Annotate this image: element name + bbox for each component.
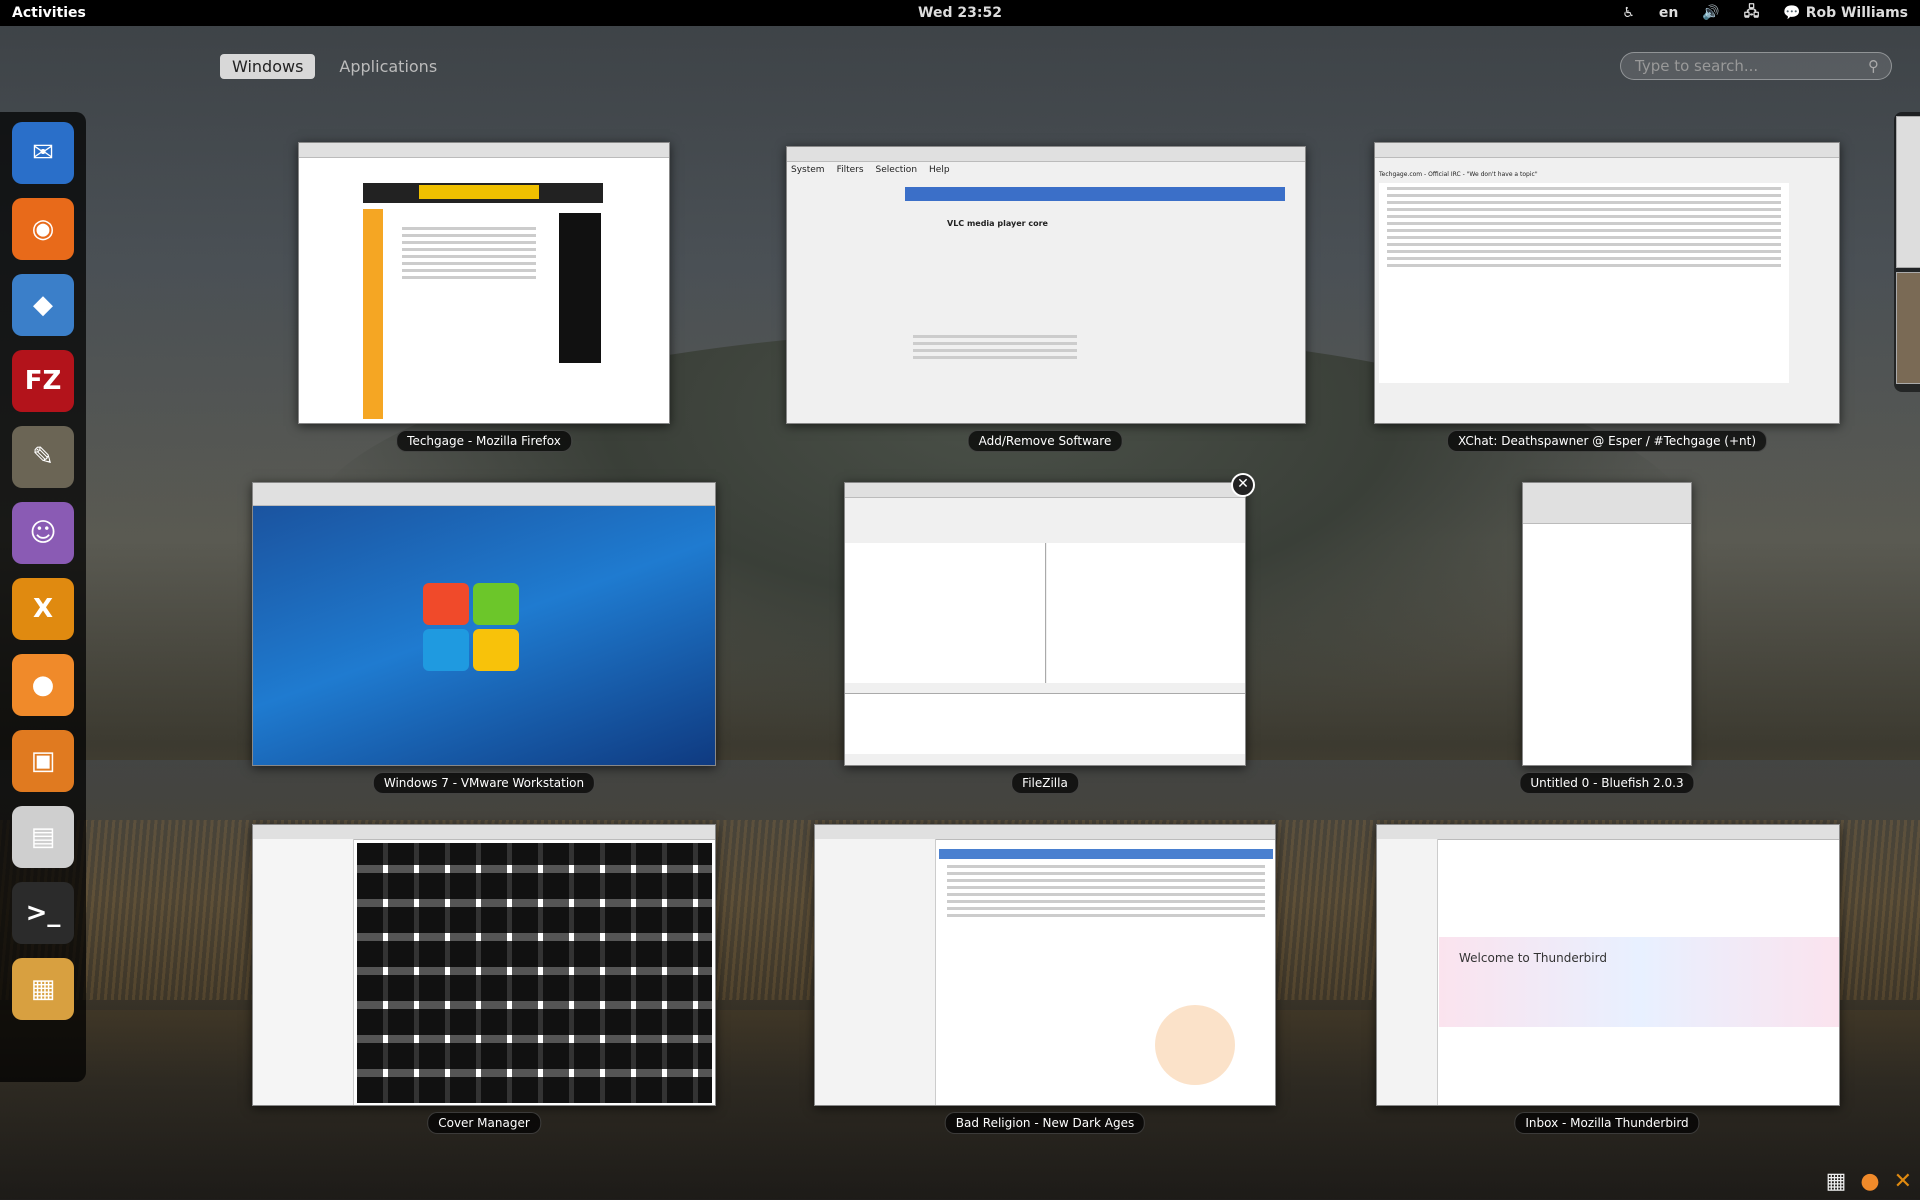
window-caption: FileZilla: [1011, 772, 1079, 794]
package-name: VLC media player core: [947, 219, 1048, 228]
status-area: ♿ en 🔊 🖧 💬 Rob Williams: [1622, 1, 1908, 25]
file-cabinet-icon: ▤: [30, 822, 56, 852]
search-input[interactable]: [1633, 56, 1868, 76]
chat-status-icon: 💬: [1783, 5, 1801, 21]
chat-bubble-icon: ☺: [29, 518, 57, 548]
window-thumb-firefox[interactable]: [298, 142, 670, 424]
dash-item-gimp[interactable]: ✎: [12, 426, 74, 488]
boxes-icon: ▦: [30, 974, 56, 1004]
window-caption: Add/Remove Software: [967, 430, 1123, 452]
search-box[interactable]: ⚲: [1620, 52, 1892, 80]
window-caption: XChat: Deathspawner @ Esper / #Techgage …: [1446, 430, 1768, 452]
window-caption: Cover Manager: [427, 1112, 541, 1134]
gimp-icon: ✎: [32, 442, 54, 472]
dash-item-files[interactable]: ▤: [12, 806, 74, 868]
update-icon[interactable]: ▦: [1826, 1169, 1847, 1194]
user-name: Rob Williams: [1805, 5, 1908, 21]
workspace-thumbnail[interactable]: [1896, 272, 1920, 384]
close-window-button[interactable]: ✕: [1231, 473, 1255, 497]
overview-tabs: Windows Applications: [220, 54, 449, 79]
vmware-icon: ▣: [30, 746, 56, 776]
window-thumb-thunderbird[interactable]: Welcome to Thunderbird: [1376, 824, 1840, 1106]
window-caption: Inbox - Mozilla Thunderbird: [1514, 1112, 1700, 1134]
orange-icon[interactable]: ●: [1860, 1169, 1879, 1194]
activities-button[interactable]: Activities: [0, 0, 98, 26]
dash-item-thunderbird[interactable]: ✉: [12, 122, 74, 184]
channel-topic: Techgage.com - Official IRC - "We don't …: [1379, 171, 1538, 178]
window-caption: Windows 7 - VMware Workstation: [372, 772, 596, 794]
window-thumb-add-remove-software[interactable]: System Filters Selection Help VLC media …: [786, 146, 1306, 424]
bluebird-icon: ◆: [33, 290, 53, 320]
clock[interactable]: Wed 23:52: [918, 5, 1002, 21]
bird-icon: ✉: [32, 138, 54, 168]
dash-item-pidgin-bird[interactable]: ◆: [12, 274, 74, 336]
dash-item-vmware[interactable]: ▣: [12, 730, 74, 792]
orange-icon: ●: [31, 670, 55, 700]
dash-item-archive[interactable]: ▦: [12, 958, 74, 1020]
windows-logo-icon: [423, 583, 523, 673]
dash-item-firefox[interactable]: ◉: [12, 198, 74, 260]
dash-item-clementine[interactable]: ●: [12, 654, 74, 716]
terminal-icon: >_: [25, 898, 61, 928]
xchat-icon: X: [32, 594, 54, 624]
window-caption: Bad Religion - New Dark Ages: [944, 1112, 1146, 1134]
window-caption: Techgage - Mozilla Firefox: [396, 430, 572, 452]
dash-item-terminal[interactable]: >_: [12, 882, 74, 944]
fox-icon: ◉: [31, 214, 55, 244]
search-icon: ⚲: [1868, 57, 1879, 75]
window-thumb-vmware[interactable]: [252, 482, 716, 766]
menu-item: Filters: [836, 165, 864, 175]
user-menu[interactable]: 💬 Rob Williams: [1783, 5, 1908, 21]
xchat-icon[interactable]: ✕: [1894, 1169, 1912, 1194]
dash-item-pidgin[interactable]: ☺: [12, 502, 74, 564]
dash-item-xchat[interactable]: X: [12, 578, 74, 640]
top-panel: Activities Wed 23:52 ♿ en 🔊 🖧 💬 Rob Will…: [0, 0, 1920, 26]
dash: ✉ ◉ ◆ FZ ✎ ☺ X ● ▣ ▤ >_ ▦: [0, 112, 86, 1082]
menu-item: System: [791, 165, 825, 175]
network-icon[interactable]: 🖧: [1744, 1, 1760, 25]
menu-item: Selection: [875, 165, 918, 175]
filezilla-icon: FZ: [24, 366, 62, 396]
language-indicator[interactable]: en: [1659, 5, 1678, 21]
tab-applications[interactable]: Applications: [327, 54, 449, 79]
window-thumb-bluefish[interactable]: [1522, 482, 1692, 766]
window-thumb-clementine[interactable]: [814, 824, 1276, 1106]
accessibility-icon[interactable]: ♿: [1622, 5, 1635, 21]
window-thumb-filezilla[interactable]: [844, 482, 1246, 766]
tab-windows[interactable]: Windows: [220, 54, 316, 79]
workspace-thumbnail[interactable]: [1896, 116, 1920, 268]
window-thumb-cover-manager[interactable]: [252, 824, 716, 1106]
window-caption: Untitled 0 - Bluefish 2.0.3: [1519, 772, 1695, 794]
message-tray: ▦ ● ✕: [1826, 1169, 1912, 1194]
window-thumb-xchat[interactable]: Techgage.com - Official IRC - "We don't …: [1374, 142, 1840, 424]
menu-item: Help: [929, 165, 950, 175]
volume-icon[interactable]: 🔊: [1702, 5, 1719, 21]
thunderbird-welcome-heading: Welcome to Thunderbird: [1459, 951, 1607, 965]
dash-item-filezilla[interactable]: FZ: [12, 350, 74, 412]
